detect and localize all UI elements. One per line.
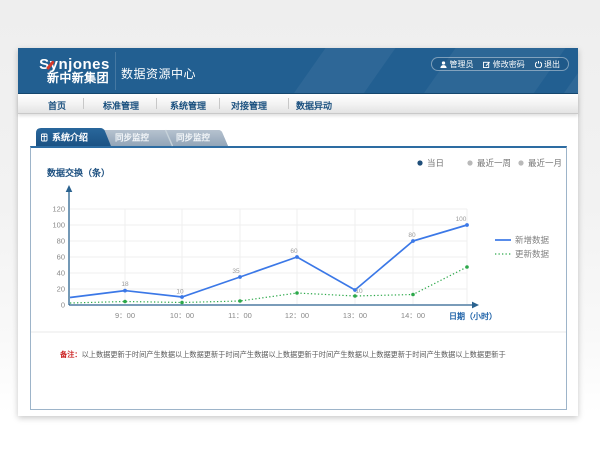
svg-text:10: 10 [176,289,184,296]
svg-text:日期（小时）: 日期（小时） [449,311,497,321]
svg-text:0: 0 [61,301,65,310]
svg-text:14：00: 14：00 [401,311,425,320]
svg-text:35: 35 [232,268,240,275]
svg-text:60: 60 [57,253,65,262]
svg-text:120: 120 [52,205,65,214]
svg-text:更新数据: 更新数据 [515,249,550,259]
svg-text:最近一月: 最近一月 [528,158,562,168]
svg-text:60: 60 [290,248,298,255]
svg-text:11：00: 11：00 [228,311,252,320]
svg-text:100: 100 [52,221,65,230]
svg-text:18: 18 [121,281,129,288]
svg-text:100: 100 [456,216,467,223]
svg-text:最近一周: 最近一周 [477,158,511,168]
svg-text:10: 10 [355,288,363,295]
svg-text:10：00: 10：00 [170,311,194,320]
svg-text:数据交换（条）: 数据交换（条） [47,167,110,178]
svg-text:80: 80 [408,232,416,239]
svg-text:13：00: 13：00 [343,311,367,320]
svg-text:新增数据: 新增数据 [515,235,550,245]
svg-text:40: 40 [57,269,65,278]
svg-text:20: 20 [57,285,65,294]
svg-text:当日: 当日 [427,158,444,168]
svg-text:同步监控: 同步监控 [176,133,211,143]
svg-text:同步监控: 同步监控 [115,133,150,143]
svg-text:80: 80 [57,237,65,246]
svg-text:12：00: 12：00 [285,311,309,320]
svg-text:系统介绍: 系统介绍 [52,132,88,143]
svg-text:9：00: 9：00 [115,311,135,320]
